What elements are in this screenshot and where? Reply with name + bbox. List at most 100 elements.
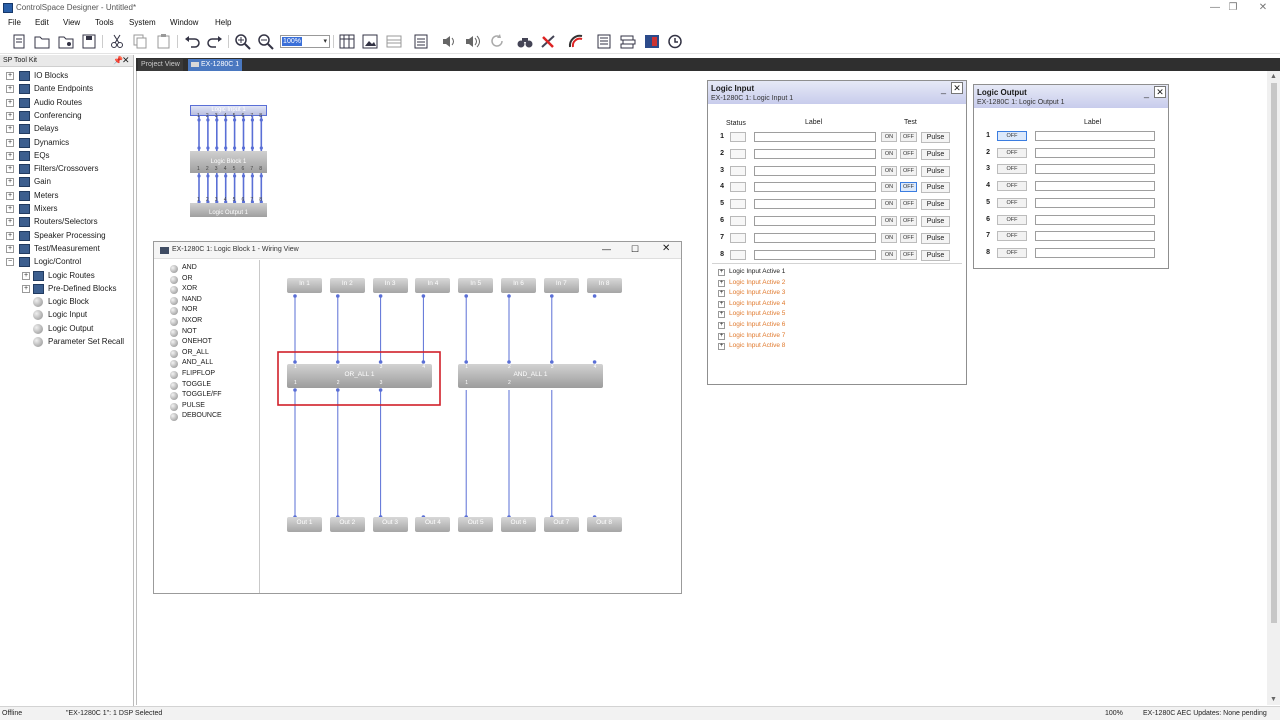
input-node[interactable]: In 8 (586, 278, 622, 293)
off-button[interactable]: OFF (997, 164, 1027, 175)
expander-icon[interactable]: + (6, 231, 14, 240)
zoom-in-icon[interactable] (234, 33, 252, 50)
menu-view[interactable]: View (63, 18, 80, 27)
expander-icon[interactable]: + (6, 111, 14, 120)
label-input[interactable] (1035, 131, 1155, 141)
output-node[interactable]: Out 3 (372, 517, 408, 532)
expander-icon[interactable]: + (6, 98, 14, 107)
pulse-button[interactable]: Pulse (921, 199, 950, 211)
menu-edit[interactable]: Edit (35, 18, 49, 27)
minimize-icon[interactable]: _ (941, 84, 946, 94)
off-button[interactable]: OFF (997, 214, 1027, 225)
off-button[interactable]: OFF (900, 165, 917, 176)
on-button[interactable]: ON (881, 216, 897, 226)
label-input[interactable] (754, 182, 876, 193)
on-button[interactable]: ON (881, 249, 897, 260)
off-button[interactable]: OFF (900, 132, 917, 142)
pulse-button[interactable]: Pulse (921, 216, 950, 227)
expander-icon[interactable]: + (6, 178, 14, 187)
zoom-select[interactable]: 100% ▾ (280, 35, 330, 48)
input-node[interactable]: In 5 (458, 278, 494, 293)
overview-logic-block[interactable]: Logic Block 1 (190, 151, 267, 173)
off-button[interactable]: OFF (900, 148, 917, 159)
paste-icon[interactable] (155, 33, 173, 50)
expander-icon[interactable]: + (6, 205, 14, 213)
label-input[interactable] (1035, 147, 1155, 158)
label-input[interactable] (1035, 214, 1155, 225)
save-icon[interactable] (80, 33, 98, 50)
open-project-icon[interactable] (57, 33, 75, 50)
label-input[interactable] (1035, 247, 1155, 258)
document-list-icon[interactable] (595, 33, 613, 50)
output-node[interactable]: Out 1 (287, 517, 322, 532)
input-node[interactable]: In 1 (287, 278, 322, 293)
close-icon[interactable]: ✕ (951, 82, 963, 94)
pulse-button[interactable]: Pulse (921, 249, 950, 261)
off-button[interactable]: OFF (997, 131, 1027, 141)
menu-tools[interactable]: Tools (95, 18, 114, 27)
output-node[interactable]: Out 2 (329, 517, 365, 532)
label-input[interactable] (754, 199, 876, 210)
speaker-icon[interactable] (440, 33, 458, 50)
on-button[interactable]: ON (881, 232, 897, 243)
close-icon[interactable]: ✕ (1154, 86, 1166, 98)
tab-ex-1280c[interactable]: EX-1280C 1 (188, 59, 243, 71)
open-folder-icon[interactable] (33, 33, 51, 50)
label-input[interactable] (754, 232, 876, 243)
expander-icon[interactable]: + (6, 218, 14, 227)
off-button[interactable]: OFF (900, 182, 917, 193)
close-button[interactable]: ✕ (662, 243, 670, 254)
clock-icon[interactable] (666, 33, 684, 50)
on-button[interactable]: ON (881, 148, 897, 159)
on-button[interactable]: ON (881, 132, 897, 142)
off-button[interactable]: OFF (900, 232, 917, 243)
copy-icon[interactable] (131, 33, 149, 50)
expander-icon[interactable]: + (6, 138, 14, 147)
label-input[interactable] (754, 148, 876, 159)
panel-icon[interactable] (643, 33, 661, 50)
pulse-button[interactable]: Pulse (921, 232, 950, 244)
volume-icon[interactable] (464, 33, 482, 50)
minimize-icon[interactable]: _ (1144, 88, 1149, 98)
maximize-button[interactable]: ☐ (631, 244, 639, 255)
maximize-button[interactable]: ❐ (1218, 1, 1248, 15)
off-button[interactable]: OFF (900, 199, 917, 210)
redo-icon[interactable] (206, 33, 224, 50)
layers-icon[interactable] (619, 33, 637, 50)
input-node[interactable]: In 4 (415, 278, 451, 293)
scroll-thumb[interactable] (1271, 83, 1277, 623)
signal-icon[interactable] (567, 33, 585, 50)
refresh-icon[interactable] (488, 33, 506, 50)
output-node[interactable]: Out 6 (501, 517, 536, 532)
scroll-up-icon[interactable]: ▲ (1270, 73, 1277, 80)
expander-icon[interactable]: + (718, 290, 725, 298)
table-icon[interactable] (385, 33, 403, 50)
label-input[interactable] (1035, 231, 1155, 242)
expander-icon[interactable]: + (718, 332, 725, 340)
and-all-block[interactable]: AND_ALL 1 (458, 364, 603, 388)
input-node[interactable]: In 6 (501, 278, 536, 293)
close-icon[interactable]: ✕ (122, 55, 130, 66)
logic-input-titlebar[interactable]: Logic Input EX-1280C 1: Logic Input 1 _ … (708, 81, 966, 104)
off-button[interactable]: OFF (997, 247, 1027, 258)
new-file-icon[interactable] (10, 33, 28, 50)
on-button[interactable]: ON (881, 165, 897, 176)
grid-icon[interactable] (338, 33, 356, 50)
label-input[interactable] (754, 249, 876, 260)
logic-output-titlebar[interactable]: Logic Output EX-1280C 1: Logic Output 1 … (974, 85, 1168, 108)
label-input[interactable] (1035, 181, 1155, 192)
cut-icon[interactable] (108, 33, 126, 50)
scroll-down-icon[interactable]: ▼ (1270, 696, 1277, 703)
pulse-button[interactable]: Pulse (921, 182, 950, 194)
menu-system[interactable]: System (129, 18, 156, 27)
menu-help[interactable]: Help (215, 18, 231, 27)
expander-icon[interactable]: + (6, 85, 14, 94)
expander-icon[interactable]: + (718, 279, 725, 287)
close-button[interactable]: ✕ (1248, 1, 1278, 15)
off-button[interactable]: OFF (997, 231, 1027, 242)
expander-icon[interactable]: + (6, 125, 14, 134)
label-input[interactable] (1035, 164, 1155, 175)
expander-icon[interactable]: + (718, 322, 725, 329)
input-node[interactable]: In 3 (372, 278, 408, 293)
label-input[interactable] (1035, 197, 1155, 208)
